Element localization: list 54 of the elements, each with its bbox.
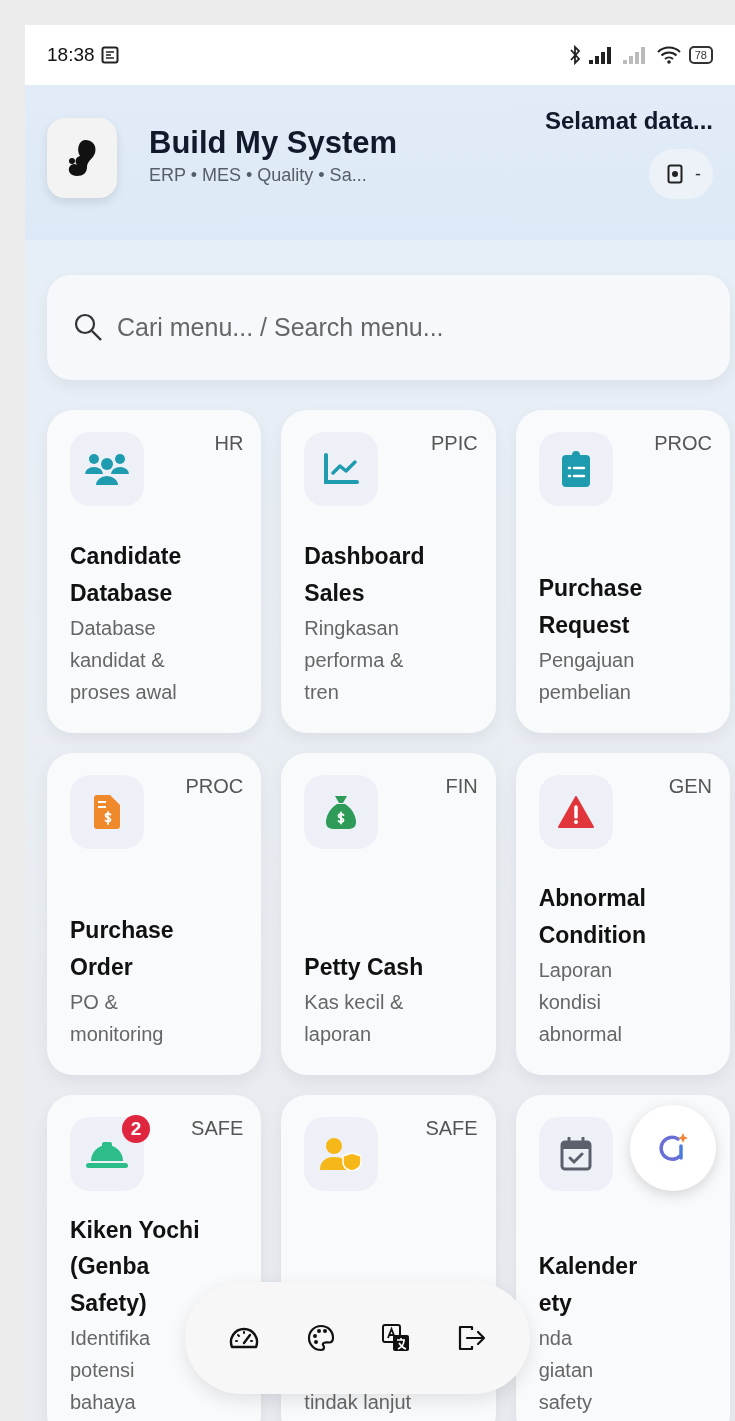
menu-card[interactable]: HR Candidate Database Database kandidat & proses awal [47,410,262,733]
money-bag-icon [326,795,357,829]
card-description: Laporan kondisi abnormal [538,958,624,1047]
device-button[interactable]: - [649,149,713,199]
bluetooth-icon [568,45,581,65]
menu-card[interactable]: PROC Purchase Request Pengajuan pembelian [515,410,730,733]
card-description: Kas kecil & laporan [304,990,405,1047]
app-subtitle: ERP • MES • Quality • Sa... [149,165,368,186]
search-field[interactable]: Cari menu... / Search menu... [47,275,730,380]
card-title: Petty Cash [304,953,425,983]
module-tag: PPIC [430,432,478,455]
card-title: Purchase Request [538,574,644,641]
card-title: Purchase Order [70,916,175,983]
card-description: Pengajuan pembelian [538,648,636,705]
card-title: Kalender ety [538,1252,639,1319]
menu-card[interactable]: GEN Abnormal Condition Laporan kondisi abnormal [515,753,730,1075]
module-tag: SAFE [425,1117,478,1140]
card-description: tindak lanjut [304,1390,413,1415]
greeting-text: Selamat data... [544,107,713,135]
card-description: Ringkasan performa & tren [304,616,405,705]
card-title: Candidate Database [70,542,183,609]
battery-indicator: 78 [688,46,713,64]
phone-icon [667,164,683,184]
menu-card[interactable]: PPIC Dashboard Sales Ringkasan performa & tren [281,410,496,733]
invoice-icon [94,795,120,829]
warning-icon [557,796,594,828]
wifi-icon [656,46,681,64]
notification-icon [100,46,119,64]
module-tag: SAFE [191,1117,244,1140]
module-tag: GEN [668,775,712,798]
module-tag: HR [214,432,244,455]
card-description: Identifika potensi bahaya [70,1326,152,1415]
user-shield-icon [320,1137,363,1171]
calendar-check-icon [559,1137,592,1171]
menu-card[interactable]: 2 SAFE Kiken Yochi (Genba Safety) Identifika potensi bahaya [47,1095,262,1421]
clipboard-icon [561,451,590,487]
hard-hat-icon [85,1139,129,1169]
notification-badge: 2 [122,1115,150,1143]
people-icon [85,452,129,486]
module-tag: PROC [185,775,244,798]
card-title: Abnormal Condition [538,884,647,951]
module-tag: PROC [654,432,712,455]
status-time: 18:38 [47,44,95,66]
card-description: PO & monitoring [70,990,165,1047]
menu-card[interactable]: PROC Purchase Order PO & monitoring [47,753,262,1075]
card-title: Dashboard Sales [304,542,426,609]
card-description: Database kandidat & proses awal [70,616,178,705]
menu-card[interactable]: Kalender ety nda giatan safety [515,1095,730,1421]
card-description: nda giatan safety [538,1326,595,1415]
menu-card[interactable]: FIN Petty Cash Kas kecil & laporan [281,753,496,1075]
card-title: Kiken Yochi (Genba Safety) [70,1215,201,1319]
module-tag: FIN [445,775,478,798]
app-title: Build My System [149,125,398,161]
line-chart-icon [323,453,360,485]
